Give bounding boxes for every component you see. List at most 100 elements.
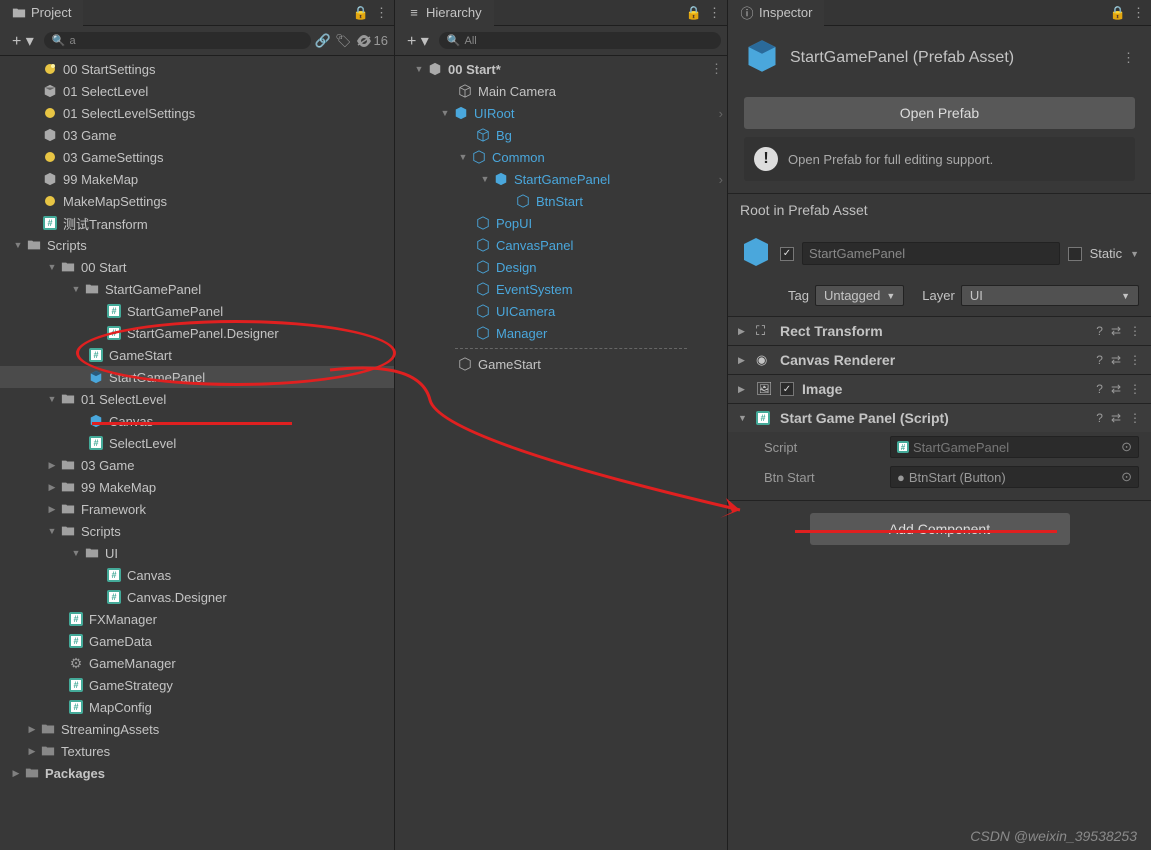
chevron-down-icon[interactable]: ▼ bbox=[70, 548, 82, 558]
scene-item[interactable]: 03 GameSettings bbox=[0, 146, 394, 168]
enabled-checkbox[interactable] bbox=[780, 247, 794, 261]
lock-icon[interactable]: 🔒 bbox=[353, 5, 369, 21]
static-checkbox[interactable] bbox=[1068, 247, 1082, 261]
prefab-item[interactable]: Canvas bbox=[0, 410, 394, 432]
add-button[interactable]: + ▾ bbox=[401, 31, 435, 51]
help-icon[interactable]: ? bbox=[1096, 411, 1103, 425]
gameobject-item[interactable]: Manager bbox=[395, 322, 727, 344]
prefab-item[interactable]: StartGamePanel bbox=[0, 366, 394, 388]
chevron-down-icon[interactable]: ▼ bbox=[457, 152, 469, 162]
gameobject-item[interactable]: ▼UIRoot› bbox=[395, 102, 727, 124]
chevron-down-icon[interactable]: ▼ bbox=[738, 413, 748, 423]
folder-item[interactable]: ▶Textures bbox=[0, 740, 394, 762]
menu-icon[interactable]: ⋮ bbox=[1129, 353, 1141, 367]
open-prefab-button[interactable]: Open Prefab bbox=[744, 97, 1135, 129]
chevron-down-icon[interactable]: ▼ bbox=[46, 262, 58, 272]
help-icon[interactable]: ? bbox=[1096, 353, 1103, 367]
project-tree[interactable]: 00 StartSettings 01 SelectLevel 01 Selec… bbox=[0, 56, 394, 850]
menu-icon[interactable]: ⋮ bbox=[1132, 5, 1145, 21]
scene-item[interactable]: 03 Game bbox=[0, 124, 394, 146]
scene-item[interactable]: 01 SelectLevel bbox=[0, 80, 394, 102]
cs-item[interactable]: #Canvas bbox=[0, 564, 394, 586]
cs-item[interactable]: #StartGamePanel.Designer bbox=[0, 322, 394, 344]
gameobject-item[interactable]: PopUI bbox=[395, 212, 727, 234]
scene-item[interactable]: 01 SelectLevelSettings bbox=[0, 102, 394, 124]
chevron-down-icon[interactable]: ▼ bbox=[1130, 249, 1139, 259]
chevron-down-icon[interactable]: ▼ bbox=[479, 174, 491, 184]
chevron-right-icon[interactable]: ▶ bbox=[46, 504, 58, 515]
scene-item[interactable]: MakeMapSettings bbox=[0, 190, 394, 212]
chevron-right-icon[interactable]: ▶ bbox=[738, 355, 748, 366]
cs-item[interactable]: #测试Transform bbox=[0, 212, 394, 234]
gameobject-item[interactable]: ▼Common bbox=[395, 146, 727, 168]
script-field[interactable]: #StartGamePanel⊙ bbox=[890, 436, 1139, 458]
layer-dropdown[interactable]: UI▼ bbox=[961, 285, 1139, 306]
chevron-down-icon[interactable]: ▼ bbox=[439, 108, 451, 118]
filter-label-icon[interactable]: 🏷 bbox=[335, 33, 352, 49]
chevron-down-icon[interactable]: ▼ bbox=[12, 240, 24, 250]
add-button[interactable]: + ▾ bbox=[6, 31, 40, 51]
inspector-tab[interactable]: ⓘ Inspector bbox=[728, 0, 824, 26]
help-icon[interactable]: ? bbox=[1096, 324, 1103, 338]
cs-item[interactable]: #MapConfig bbox=[0, 696, 394, 718]
chevron-down-icon[interactable]: ▼ bbox=[70, 284, 82, 294]
menu-icon[interactable]: ⋮ bbox=[1122, 50, 1135, 66]
chevron-right-icon[interactable]: ▶ bbox=[738, 326, 748, 337]
help-icon[interactable]: ? bbox=[1096, 382, 1103, 396]
asset-item[interactable]: ⚙GameManager bbox=[0, 652, 394, 674]
chevron-right-icon[interactable]: ▶ bbox=[46, 460, 58, 471]
folder-item[interactable]: ▶03 Game bbox=[0, 454, 394, 476]
chevron-right-icon[interactable]: ▶ bbox=[10, 768, 22, 779]
menu-icon[interactable]: ⋮ bbox=[1129, 382, 1141, 396]
folder-item[interactable]: ▼UI bbox=[0, 542, 394, 564]
preset-icon[interactable]: ⇄ bbox=[1111, 353, 1121, 367]
gameobject-item[interactable]: CanvasPanel bbox=[395, 234, 727, 256]
lock-icon[interactable]: 🔒 bbox=[1110, 5, 1126, 21]
chevron-right-icon[interactable]: ▶ bbox=[738, 384, 748, 395]
cs-item[interactable]: #StartGamePanel bbox=[0, 300, 394, 322]
hidden-icon[interactable]: 16 bbox=[356, 33, 388, 48]
lock-icon[interactable]: 🔒 bbox=[686, 5, 702, 21]
preset-icon[interactable]: ⇄ bbox=[1111, 324, 1121, 338]
chevron-right-icon[interactable]: › bbox=[719, 106, 723, 121]
menu-icon[interactable]: ⋮ bbox=[375, 5, 388, 21]
scene-root[interactable]: ▼00 Start*⋮ bbox=[395, 58, 727, 80]
folder-item[interactable]: ▼Scripts bbox=[0, 520, 394, 542]
enabled-checkbox[interactable] bbox=[780, 382, 794, 396]
gameobject-item[interactable]: Bg bbox=[395, 124, 727, 146]
add-component-button[interactable]: Add Component bbox=[810, 513, 1070, 545]
cs-item[interactable]: #Canvas.Designer bbox=[0, 586, 394, 608]
chevron-right-icon[interactable]: › bbox=[719, 172, 723, 187]
object-picker-icon[interactable]: ⊙ bbox=[1121, 439, 1132, 455]
folder-item[interactable]: ▼00 Start bbox=[0, 256, 394, 278]
preset-icon[interactable]: ⇄ bbox=[1111, 382, 1121, 396]
scene-item[interactable]: 99 MakeMap bbox=[0, 168, 394, 190]
gameobject-item[interactable]: ▼StartGamePanel› bbox=[395, 168, 727, 190]
folder-item[interactable]: ▼Scripts bbox=[0, 234, 394, 256]
hierarchy-tab[interactable]: ≡ Hierarchy bbox=[395, 0, 494, 26]
folder-item[interactable]: ▼01 SelectLevel bbox=[0, 388, 394, 410]
chevron-right-icon[interactable]: ▶ bbox=[26, 746, 38, 757]
component-image[interactable]: ▶ 🖼 Image ?⇄⋮ bbox=[728, 374, 1151, 403]
menu-icon[interactable]: ⋮ bbox=[710, 61, 723, 77]
folder-item[interactable]: ▶Packages bbox=[0, 762, 394, 784]
cs-item[interactable]: #FXManager bbox=[0, 608, 394, 630]
preset-icon[interactable]: ⇄ bbox=[1111, 411, 1121, 425]
gameobject-item[interactable]: EventSystem bbox=[395, 278, 727, 300]
chevron-down-icon[interactable]: ▼ bbox=[46, 526, 58, 536]
cs-item[interactable]: #SelectLevel bbox=[0, 432, 394, 454]
cs-item[interactable]: #GameStrategy bbox=[0, 674, 394, 696]
hierarchy-tree[interactable]: ▼00 Start*⋮ Main Camera ▼UIRoot› Bg ▼Com… bbox=[395, 56, 727, 850]
component-rect-transform[interactable]: ▶ ⛶ Rect Transform ?⇄⋮ bbox=[728, 316, 1151, 345]
tag-dropdown[interactable]: Untagged▼ bbox=[815, 285, 904, 306]
folder-item[interactable]: ▶99 MakeMap bbox=[0, 476, 394, 498]
scene-item[interactable]: 00 StartSettings bbox=[0, 58, 394, 80]
folder-item[interactable]: ▶Framework bbox=[0, 498, 394, 520]
gameobject-item[interactable]: GameStart bbox=[395, 353, 727, 375]
project-tab[interactable]: Project bbox=[0, 0, 83, 26]
component-canvas-renderer[interactable]: ▶ ◉ Canvas Renderer ?⇄⋮ bbox=[728, 345, 1151, 374]
gameobject-item[interactable]: BtnStart bbox=[395, 190, 727, 212]
hierarchy-search[interactable]: 🔍 All bbox=[439, 32, 721, 49]
btnstart-field[interactable]: ●BtnStart (Button)⊙ bbox=[890, 466, 1139, 488]
component-script[interactable]: ▼ # Start Game Panel (Script) ?⇄⋮ bbox=[728, 403, 1151, 432]
